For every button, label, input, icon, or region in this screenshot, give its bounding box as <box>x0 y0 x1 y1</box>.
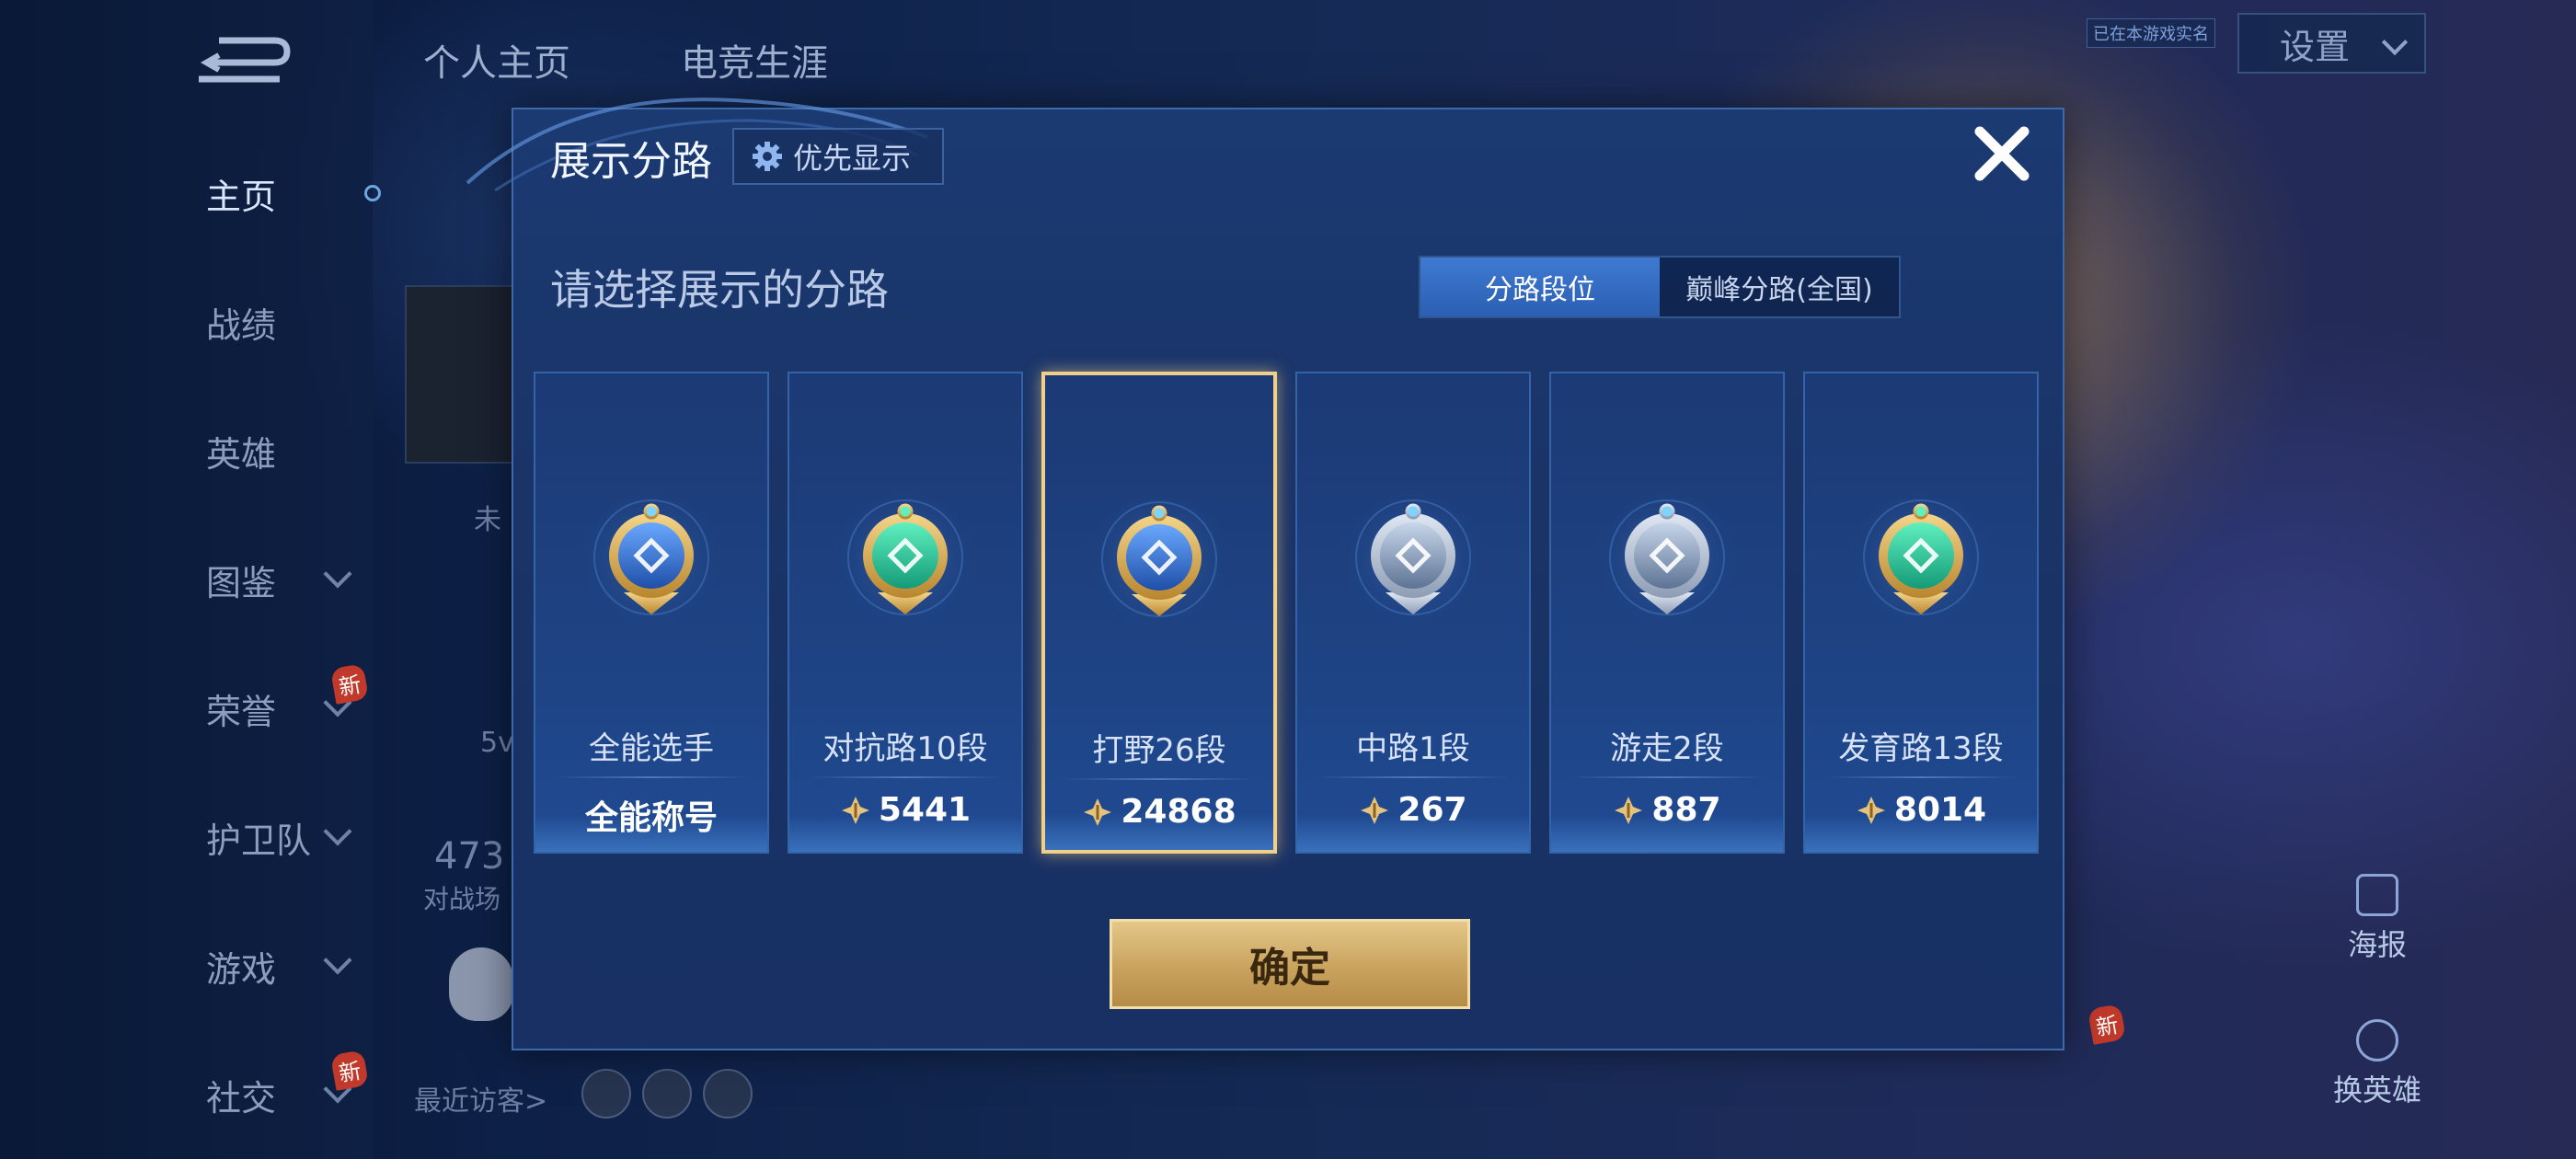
sidebar-item-label: 英雄 <box>206 433 277 475</box>
dialog-title: 展示分路 <box>550 138 712 185</box>
divider <box>1316 776 1511 778</box>
divider <box>1064 778 1255 780</box>
mid-lane-badge-icon <box>1340 484 1487 631</box>
sidebar-item-label: 战绩 <box>206 304 277 346</box>
sidebar-item[interactable]: 游戏 <box>0 929 373 1003</box>
lane-card[interactable]: 游走2段 887 <box>1549 372 1785 854</box>
poster-label: 海报 <box>2347 927 2407 962</box>
lane-mode-toggle: 分路段位 巅峰分路(全国) <box>1419 256 1901 318</box>
sidebar-item[interactable]: 荣誉 新 <box>0 663 373 745</box>
recent-visitors-link[interactable]: 最近访客> <box>414 1078 547 1119</box>
lane-card-value-text: 887 <box>1651 791 1721 829</box>
lane-display-dialog: 展示分路 优先显示 请选择展示的分路 分路段位 巅峰分路(全国) 全能选手 全能… <box>466 98 2064 1050</box>
sidebar-item[interactable]: 主页 <box>0 156 381 230</box>
sidebar-item-label: 社交 <box>206 1077 277 1119</box>
swap-hero-icon <box>2356 1019 2398 1061</box>
rank-points-icon <box>1615 796 1643 824</box>
tab-lane-rank[interactable]: 分路段位 <box>1420 258 1660 316</box>
chevron-down-icon <box>323 559 352 589</box>
all-round-badge-icon <box>578 484 725 631</box>
divider <box>808 776 1003 778</box>
lane-card-title: 发育路13段 <box>1838 730 2004 767</box>
dialog-subtitle: 请选择展示的分路 <box>550 265 889 315</box>
sidebar-item-label: 主页 <box>206 176 277 217</box>
swap-hero-button[interactable]: 换英雄 <box>2322 1019 2432 1109</box>
confirm-button[interactable]: 确定 <box>1110 919 1470 1009</box>
priority-display-label: 优先显示 <box>793 141 912 176</box>
mascot-icon <box>449 947 513 1021</box>
lane-card-title: 游走2段 <box>1610 730 1724 767</box>
lane-card-value-text: 24868 <box>1121 793 1236 831</box>
sidebar-item[interactable]: 战绩 <box>0 285 373 359</box>
farm-lane-badge-icon <box>1847 484 1995 631</box>
sidebar-item[interactable]: 图鉴 <box>0 543 373 616</box>
divider <box>554 776 749 778</box>
tab-personal-home[interactable]: 个人主页 <box>423 33 570 86</box>
sidebar-item-label: 荣誉 <box>206 691 277 732</box>
active-indicator-icon <box>364 185 381 201</box>
sidebar-item-label: 游戏 <box>206 948 277 990</box>
chevron-down-icon <box>323 946 352 975</box>
visitor-avatar[interactable] <box>703 1069 753 1119</box>
lane-card-value: 5441 <box>789 791 1021 829</box>
lane-card[interactable]: 打野26段 24868 <box>1041 372 1277 854</box>
lane-card-list: 全能选手 全能称号 对抗路10段 5441 打野26段 24868 中路1段 2… <box>534 372 2042 859</box>
poster-button[interactable]: 海报 <box>2322 874 2432 964</box>
settings-button[interactable]: 设置 <box>2237 13 2426 74</box>
lane-card[interactable]: 全能选手 全能称号 <box>534 372 769 854</box>
priority-display-button[interactable]: 优先显示 <box>732 128 944 185</box>
tab-peak-lane-national[interactable]: 巅峰分路(全国) <box>1660 258 1899 316</box>
sidebar-item-label: 图鉴 <box>206 562 277 603</box>
lane-card-value-text: 8014 <box>1893 791 1987 829</box>
chevron-down-icon <box>323 817 352 846</box>
lane-card-value: 8014 <box>1805 791 2037 829</box>
profile-fragment: 对战场 <box>423 884 501 914</box>
lane-card-value-text: 267 <box>1397 791 1467 829</box>
roam-badge-icon <box>1593 484 1741 631</box>
rank-points-icon <box>841 796 869 824</box>
settings-label: 设置 <box>2280 26 2351 67</box>
lane-card-value: 267 <box>1297 791 1529 829</box>
lane-card-title: 全能选手 <box>589 730 714 767</box>
sidebar: 主页 战绩 英雄 图鉴 荣誉新护卫队 游戏 社交新 <box>0 0 381 1159</box>
tab-esports-career[interactable]: 电竞生涯 <box>681 33 828 86</box>
lane-card-value: 887 <box>1551 791 1783 829</box>
sidebar-item[interactable]: 护卫队 <box>0 800 373 874</box>
swap-hero-label: 换英雄 <box>2332 1073 2421 1107</box>
realname-tag: 已在本游戏实名 <box>2087 18 2215 48</box>
lane-card-value-text: 5441 <box>878 791 972 829</box>
sidebar-item-label: 护卫队 <box>206 820 312 861</box>
visitor-avatar[interactable] <box>642 1069 692 1119</box>
rank-points-icon <box>1857 796 1885 824</box>
divider <box>1570 776 1765 778</box>
clash-lane-badge-icon <box>832 484 979 631</box>
close-icon[interactable] <box>1967 119 2037 189</box>
lane-card-value-text: 全能称号 <box>584 799 718 837</box>
lane-card-title: 打野26段 <box>1092 732 1226 769</box>
lane-card-title: 对抗路10段 <box>822 730 988 767</box>
poster-icon <box>2356 874 2398 916</box>
lane-card-value: 24868 <box>1045 793 1273 831</box>
lane-card[interactable]: 发育路13段 8014 <box>1803 372 2039 854</box>
profile-fragment: 5v <box>480 727 514 759</box>
sidebar-item[interactable]: 社交 新 <box>0 1050 373 1131</box>
visitor-avatar[interactable] <box>581 1069 631 1119</box>
profile-fragment: 473 <box>434 835 505 878</box>
chevron-down-icon <box>2381 29 2409 56</box>
sidebar-item[interactable]: 英雄 <box>0 414 373 488</box>
back-icon[interactable] <box>191 35 293 86</box>
lane-card[interactable]: 对抗路10段 5441 <box>788 372 1023 854</box>
jungle-badge-icon <box>1086 486 1233 633</box>
gear-icon <box>753 142 782 171</box>
rank-points-icon <box>1084 798 1112 826</box>
rank-points-icon <box>1361 796 1389 824</box>
lane-card[interactable]: 中路1段 267 <box>1295 372 1531 854</box>
new-badge: 新 <box>329 663 370 705</box>
lane-card-value: 全能称号 <box>535 791 767 839</box>
lane-card-title: 中路1段 <box>1356 730 1470 767</box>
new-badge: 新 <box>329 1050 370 1091</box>
profile-fragment: 未 <box>474 504 501 536</box>
divider <box>1823 776 2018 778</box>
